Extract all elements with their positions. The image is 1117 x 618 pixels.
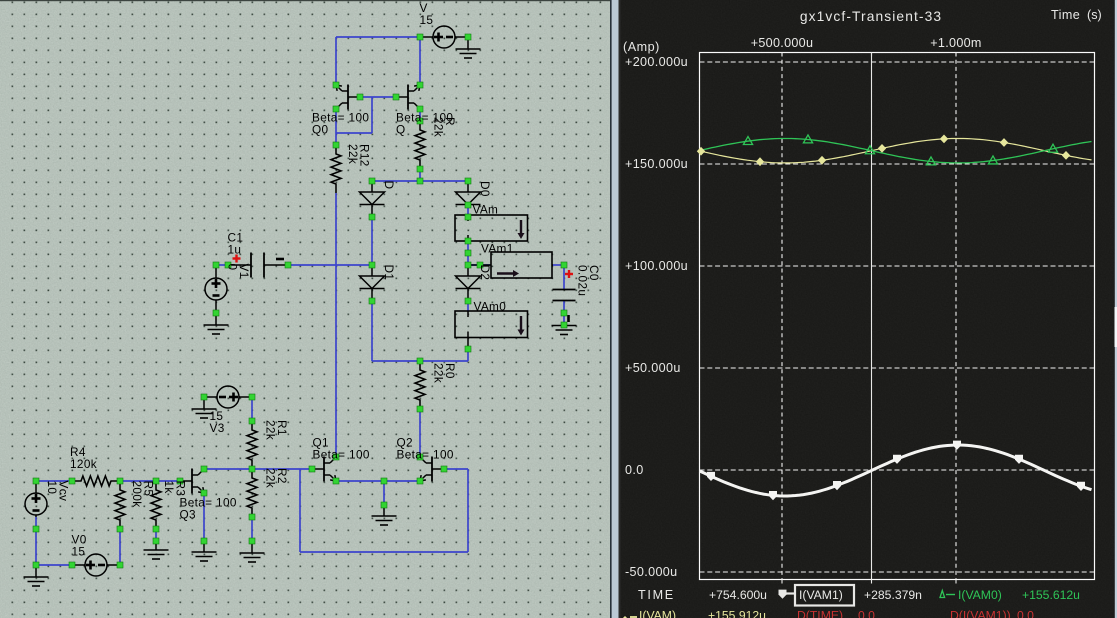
svg-text:+155.612u: +155.612u bbox=[1022, 588, 1080, 602]
svg-text:I(VAM0): I(VAM0) bbox=[958, 588, 1002, 602]
svg-text:D: D bbox=[382, 181, 396, 190]
svg-text:22k: 22k bbox=[264, 468, 278, 488]
svg-text:0: 0 bbox=[226, 264, 240, 271]
svg-text:I(VAM1): I(VAM1) bbox=[799, 588, 843, 602]
svg-text:(s): (s) bbox=[1087, 8, 1102, 22]
svg-text:15: 15 bbox=[420, 13, 434, 27]
svg-text:+500.000u: +500.000u bbox=[751, 36, 814, 50]
svg-text:D0: D0 bbox=[478, 181, 492, 197]
svg-text:D(TIME): D(TIME) bbox=[797, 609, 843, 618]
svg-text:D1: D1 bbox=[382, 265, 396, 281]
svg-text:22k: 22k bbox=[264, 420, 278, 440]
svg-text:Beta= 100: Beta= 100 bbox=[313, 447, 370, 461]
svg-text:15: 15 bbox=[72, 544, 86, 558]
svg-text:VAm1: VAm1 bbox=[481, 242, 514, 256]
svg-text:TIME: TIME bbox=[638, 588, 675, 602]
svg-text:Time: Time bbox=[1051, 8, 1080, 22]
svg-text:+150.000u: +150.000u bbox=[625, 157, 688, 171]
svg-text:VAm: VAm bbox=[473, 203, 499, 217]
svg-text:+200.000u: +200.000u bbox=[625, 55, 688, 69]
svg-text:22k: 22k bbox=[432, 117, 446, 137]
svg-text:22k: 22k bbox=[432, 363, 446, 383]
svg-text:D(I(VAM1)): D(I(VAM1)) bbox=[950, 609, 1011, 618]
svg-text:-50.000u: -50.000u bbox=[625, 565, 678, 579]
svg-text:+155.912u: +155.912u bbox=[708, 609, 766, 618]
svg-text:I(VAM): I(VAM) bbox=[639, 609, 676, 618]
svg-text:Q: Q bbox=[396, 122, 406, 136]
svg-text:VAm0: VAm0 bbox=[474, 300, 507, 314]
svg-text:10: 10 bbox=[45, 481, 59, 495]
svg-text:0.0: 0.0 bbox=[1017, 609, 1034, 618]
svg-text:Q0: Q0 bbox=[312, 122, 329, 136]
svg-text:Q3: Q3 bbox=[180, 507, 197, 521]
svg-text:+50.000u: +50.000u bbox=[625, 361, 681, 375]
svg-text:+754.600u: +754.600u bbox=[709, 588, 767, 602]
svg-text:+1.000m: +1.000m bbox=[930, 36, 981, 50]
svg-text:D2: D2 bbox=[478, 265, 492, 281]
svg-text:+285.379n: +285.379n bbox=[864, 588, 922, 602]
svg-text:0.0: 0.0 bbox=[858, 609, 875, 618]
svg-text:V3: V3 bbox=[210, 421, 225, 435]
svg-text:0.0: 0.0 bbox=[625, 463, 644, 477]
svg-text:gx1vcf-Transient-33: gx1vcf-Transient-33 bbox=[800, 9, 942, 24]
svg-text:22k: 22k bbox=[346, 144, 360, 164]
svg-text:(Amp): (Amp) bbox=[623, 40, 660, 54]
svg-text:200k: 200k bbox=[130, 481, 144, 508]
svg-text:Beta= 100: Beta= 100 bbox=[397, 447, 454, 461]
svg-text:0.02u: 0.02u bbox=[576, 265, 590, 296]
svg-text:120k: 120k bbox=[70, 457, 97, 471]
svg-text:+100.000u: +100.000u bbox=[625, 259, 688, 273]
svg-text:1k: 1k bbox=[162, 481, 176, 494]
svg-text:1u: 1u bbox=[228, 242, 242, 256]
